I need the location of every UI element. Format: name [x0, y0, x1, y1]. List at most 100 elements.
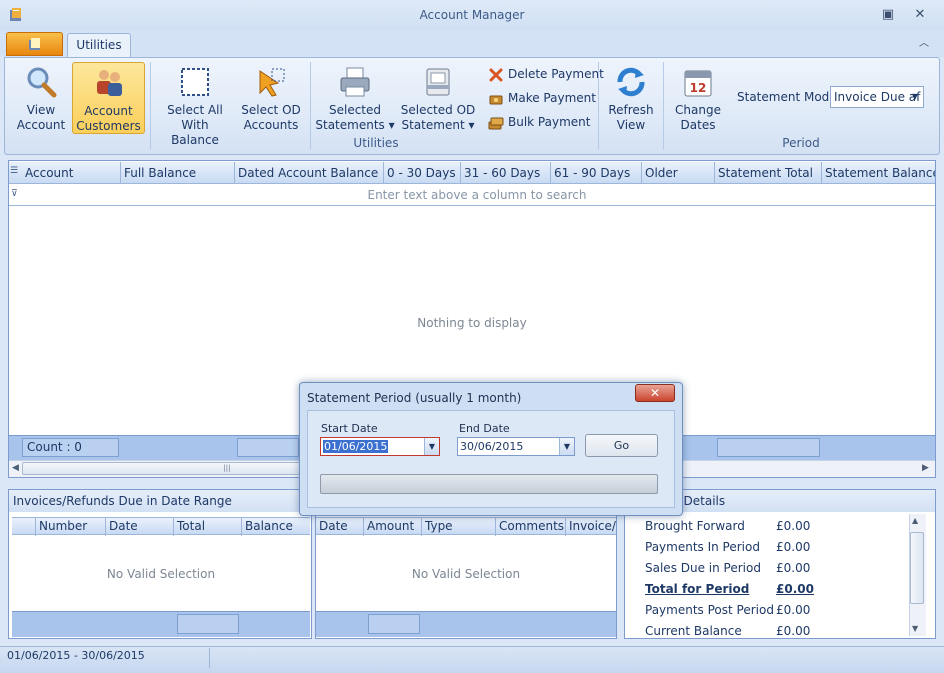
detail-label-total: Total for Period: [645, 582, 750, 596]
payments-footer: [316, 611, 616, 637]
invoices-footer: [12, 611, 310, 637]
column-full-balance[interactable]: Full Balance: [120, 162, 235, 184]
scroll-right-icon[interactable]: ▶: [922, 463, 929, 473]
column-date[interactable]: Date: [316, 518, 364, 536]
column-statement-total[interactable]: Statement Total: [714, 162, 822, 184]
scroll-down-icon[interactable]: ▼: [912, 624, 918, 633]
progress-bar: [320, 474, 658, 494]
od-printer-icon: [426, 68, 450, 96]
refresh-view-button[interactable]: Refresh View: [602, 60, 660, 136]
detail-label: Brought Forward: [645, 519, 745, 533]
row-indicator-column: [12, 518, 36, 536]
column-account[interactable]: Account: [21, 162, 121, 184]
filter-icon: ⊽: [11, 189, 18, 199]
detail-label: Payments Post Period: [645, 603, 774, 617]
make-payment-label: Make Payment: [508, 91, 596, 105]
filter-placeholder[interactable]: Enter text above a column to search: [20, 188, 934, 202]
magnifier-icon: [27, 67, 57, 98]
column-comments[interactable]: Comments: [496, 518, 566, 536]
app-menu-icon: [29, 38, 40, 50]
close-icon[interactable]: ✕: [909, 6, 931, 24]
column-dated-balance[interactable]: Dated Account Balance: [234, 162, 384, 184]
grid-empty-text: Nothing to display: [417, 316, 527, 330]
chevron-down-icon: ▼: [911, 92, 919, 101]
chevron-down-icon[interactable]: ▼: [559, 438, 574, 455]
dialog-title: Statement Period (usually 1 month): [307, 391, 522, 405]
detail-value: £0.00: [776, 603, 811, 617]
column-61-90[interactable]: 61 - 90 Days: [550, 162, 642, 184]
column-number[interactable]: Number: [36, 518, 106, 536]
ribbon-separator: [663, 62, 664, 150]
selected-statements-button[interactable]: Selected Statements ▾: [314, 60, 396, 136]
account-customers-button[interactable]: Account Customers: [72, 62, 145, 134]
column-invoice[interactable]: Invoice/: [566, 518, 616, 536]
dialog-close-button[interactable]: ✕: [635, 384, 675, 402]
detail-value: £0.00: [776, 540, 811, 554]
ribbon-collapse-icon[interactable]: ︿: [916, 34, 932, 50]
close-icon: ✕: [649, 386, 661, 400]
column-type[interactable]: Type: [422, 518, 496, 536]
invoices-empty-text: No Valid Selection: [106, 567, 216, 581]
view-account-label: View Account: [16, 103, 66, 132]
column-balance[interactable]: Balance: [242, 518, 310, 536]
payments-empty-text: No Valid Selection: [411, 567, 521, 581]
make-payment-button[interactable]: Make Payment: [488, 87, 596, 109]
window-title: Account Manager: [419, 8, 525, 22]
app-menu-button[interactable]: [6, 32, 63, 56]
calendar-icon: 12: [684, 70, 712, 97]
statement-mode-select[interactable]: Invoice Due af ▼: [830, 86, 924, 108]
bulk-payment-icon: [488, 117, 504, 129]
statement-mode-label: Statement Mode: [737, 90, 837, 104]
delete-payment-button[interactable]: Delete Payment: [488, 63, 604, 85]
column-amount[interactable]: Amount: [364, 518, 422, 536]
column-0-30[interactable]: 0 - 30 Days: [383, 162, 461, 184]
chevron-down-icon[interactable]: ▼: [424, 438, 439, 455]
footer-summary-cell: [717, 438, 820, 457]
start-date-label: Start Date: [321, 422, 378, 435]
ribbon-tab-row: [0, 30, 944, 57]
change-dates-button[interactable]: 12 Change Dates: [668, 60, 728, 136]
go-button[interactable]: Go: [585, 434, 658, 457]
bulk-payment-label: Bulk Payment: [508, 115, 591, 129]
invoices-panel-title: Invoices/Refunds Due in Date Range: [9, 490, 311, 512]
selected-od-statement-label: Selected OD Statement ▾: [400, 103, 476, 132]
utilities-group-label: Utilities: [353, 136, 399, 150]
delete-icon: [489, 68, 503, 81]
column-older[interactable]: Older: [641, 162, 715, 184]
payments-header: Date Amount Type Comments Invoice/: [316, 517, 616, 536]
footer-summary-cell: [237, 438, 299, 457]
selected-od-statement-button[interactable]: Selected OD Statement ▾: [398, 60, 478, 136]
column-chooser-icon[interactable]: ☰: [10, 166, 20, 180]
bulk-payment-button[interactable]: Bulk Payment: [488, 111, 590, 133]
column-31-60[interactable]: 31 - 60 Days: [460, 162, 551, 184]
scroll-left-icon[interactable]: ◀: [12, 463, 19, 473]
printer-icon: [340, 67, 370, 97]
restore-icon[interactable]: ▣: [877, 6, 899, 24]
select-all-button[interactable]: Select All With Balance: [156, 60, 234, 147]
end-date-value: 30/06/2015: [460, 440, 524, 453]
detail-value: £0.00: [776, 519, 811, 533]
status-date-range: 01/06/2015 - 30/06/2015: [7, 649, 145, 662]
refresh-icon: [617, 67, 645, 97]
start-date-field[interactable]: 01/06/2015 ▼: [320, 437, 440, 456]
select-od-button[interactable]: Select OD Accounts: [236, 60, 306, 136]
change-dates-label: Change Dates: [675, 103, 721, 132]
end-date-field[interactable]: 30/06/2015 ▼: [457, 437, 575, 456]
column-date[interactable]: Date: [106, 518, 174, 536]
status-divider: [209, 648, 210, 668]
account-customers-label: Account Customers: [76, 104, 141, 133]
column-total[interactable]: Total: [174, 518, 242, 536]
scroll-up-icon[interactable]: ▲: [912, 516, 918, 525]
details-scrollbar-thumb[interactable]: [910, 532, 924, 604]
detail-label: Payments In Period: [645, 540, 760, 554]
statement-mode-value: Invoice Due af: [834, 90, 921, 104]
end-date-label: End Date: [459, 422, 510, 435]
payments-footer-cell: [368, 614, 420, 634]
select-od-label: Select OD Accounts: [241, 103, 301, 132]
ribbon-separator: [150, 62, 151, 150]
detail-label: Current Balance: [645, 624, 742, 638]
count-cell: Count : 0: [22, 438, 119, 457]
view-account-button[interactable]: View Account: [10, 60, 72, 136]
tab-utilities[interactable]: Utilities: [67, 33, 131, 58]
column-statement-balance[interactable]: Statement Balance: [821, 162, 935, 184]
